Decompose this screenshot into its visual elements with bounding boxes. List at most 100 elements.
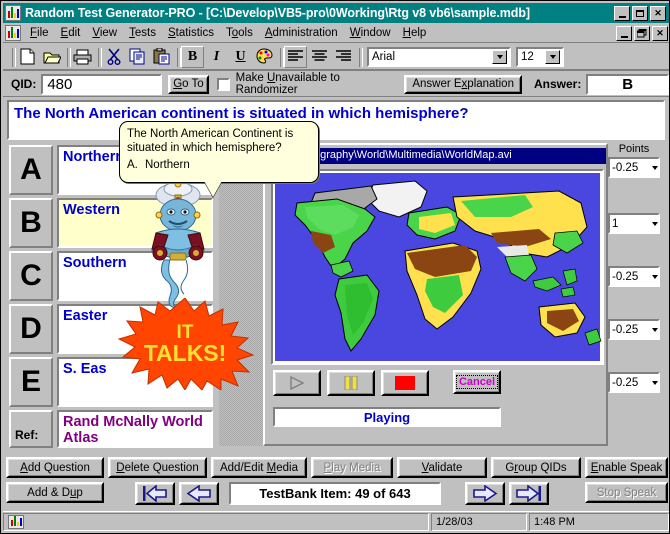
qid-input[interactable]: 480	[41, 73, 162, 95]
window-title: Random Test Generator-PRO - [C:\Develop\…	[25, 6, 530, 20]
balloon-tail	[204, 181, 222, 197]
menu-bar: File Edit View Tests Statistics Tools Ad…	[3, 24, 669, 43]
align-center-icon[interactable]	[308, 45, 331, 68]
menu-file[interactable]: File	[24, 25, 55, 41]
chevron-down-icon[interactable]	[652, 221, 658, 226]
minimize-button[interactable]	[614, 5, 630, 21]
paste-icon[interactable]	[150, 45, 173, 68]
points-combo-a[interactable]: -0.25	[608, 157, 660, 178]
it-talks-badge[interactable]: IT TALKS!	[101, 298, 269, 390]
stop-speak-button[interactable]: Stop Speak	[585, 482, 668, 503]
align-right-icon[interactable]	[332, 45, 355, 68]
map-continents	[294, 180, 602, 352]
menu-tools[interactable]: Tools	[220, 25, 259, 41]
new-icon[interactable]	[16, 45, 39, 68]
question-text-field[interactable]: The North American continent is situated…	[7, 100, 665, 140]
status-message-cell	[3, 512, 429, 531]
menu-edit[interactable]: Edit	[55, 25, 87, 41]
answer-field[interactable]: B	[586, 73, 669, 95]
cut-scissors-icon[interactable]	[102, 45, 125, 68]
media-status-text: Playing	[363, 409, 411, 425]
close-button[interactable]: ✕	[650, 5, 666, 21]
media-panel: anks\Geography\World\Multimedia\WorldMap…	[263, 143, 608, 446]
points-header: Points	[618, 143, 650, 155]
go-to-label: Go To	[173, 78, 204, 90]
pause-button[interactable]	[327, 370, 375, 396]
add-edit-media-button[interactable]: Add/Edit Media	[211, 457, 307, 478]
validate-button[interactable]: Validate	[397, 457, 487, 478]
print-icon[interactable]	[71, 45, 94, 68]
qid-row: QID: 480 Go To Make Unavailable to Rando…	[3, 72, 669, 97]
toolbar-separator	[9, 47, 16, 67]
points-combo-d[interactable]: -0.25	[608, 319, 660, 340]
menu-window[interactable]: Window	[344, 25, 397, 41]
testbank-item-text: TestBank Item: 49 of 643	[259, 486, 411, 501]
points-combo-b[interactable]: 1	[608, 213, 660, 234]
cancel-button[interactable]: Cancel	[453, 370, 501, 394]
nav-prev-button[interactable]	[179, 482, 219, 505]
title-bar: Random Test Generator-PRO - [C:\Develop\…	[3, 3, 669, 23]
points-value-a: -0.25	[612, 161, 639, 174]
ref-field[interactable]: Rand McNally World Atlas	[57, 410, 213, 448]
status-time-text: 1:48 PM	[534, 515, 575, 528]
add-question-button[interactable]: Add Question	[6, 457, 104, 478]
enable-speak-button[interactable]: Enable Speak	[585, 457, 668, 478]
validate-label: Validate	[421, 461, 463, 474]
maximize-button[interactable]	[632, 5, 648, 21]
delete-question-button[interactable]: Delete Question	[108, 457, 207, 478]
main-panel: A Northern B Western C Southern D Easter…	[5, 143, 667, 448]
world-map-video-frame	[271, 169, 604, 365]
italic-icon[interactable]: I	[205, 45, 228, 68]
font-size-combo[interactable]: 12	[516, 46, 564, 67]
points-combo-e[interactable]: -0.25	[608, 372, 660, 393]
chevron-down-icon[interactable]	[652, 165, 658, 170]
menu-administration[interactable]: Administration	[259, 25, 344, 41]
app-icon	[5, 5, 21, 21]
chevron-down-icon[interactable]	[652, 274, 658, 279]
speech-balloon: The North American Continent is situated…	[119, 121, 319, 197]
play-button[interactable]	[273, 370, 321, 396]
group-qids-button[interactable]: Group QIDs	[491, 457, 581, 478]
action-button-row: Add Question Delete Question Add/Edit Me…	[6, 457, 668, 478]
status-date-text: 1/28/03	[436, 515, 473, 528]
stop-speak-label: Stop Speak	[596, 486, 657, 499]
stop-button[interactable]	[381, 370, 429, 396]
menu-statistics[interactable]: Statistics	[162, 25, 220, 41]
chevron-down-icon[interactable]	[492, 49, 507, 64]
menu-help[interactable]: Help	[397, 25, 433, 41]
menu-view[interactable]: View	[86, 25, 123, 41]
mdi-minimize-button[interactable]	[616, 25, 632, 41]
make-unavailable-checkbox[interactable]	[217, 77, 230, 91]
chevron-down-icon[interactable]	[545, 49, 560, 64]
answer-letter-c: C	[9, 251, 53, 301]
menu-tests[interactable]: Tests	[123, 25, 162, 41]
font-name-combo[interactable]: Arial	[367, 46, 511, 67]
copy-icon[interactable]	[126, 45, 149, 68]
nav-next-button[interactable]	[465, 482, 505, 505]
mdi-close-button[interactable]: ✕	[652, 25, 668, 41]
color-palette-icon[interactable]	[253, 45, 276, 68]
answer-text-a: Northern	[63, 149, 125, 165]
answer-explanation-label: Answer Explanation	[412, 78, 514, 90]
play-media-button[interactable]: Play Media	[311, 457, 393, 478]
genie-assistant-icon[interactable]	[136, 179, 220, 309]
mdi-restore-button[interactable]	[634, 25, 650, 41]
chevron-down-icon[interactable]	[652, 327, 658, 332]
status-time: 1:48 PM	[529, 512, 669, 531]
points-combo-c[interactable]: -0.25	[608, 266, 660, 287]
add-and-dup-button[interactable]: Add & Dup	[6, 482, 104, 503]
go-to-button[interactable]: Go To	[167, 74, 210, 94]
make-unavailable-label: Make Unavailable to Randomizer	[235, 72, 340, 96]
answer-explanation-button[interactable]: Answer Explanation	[404, 74, 522, 94]
application-window: Random Test Generator-PRO - [C:\Develop\…	[0, 0, 670, 534]
media-status-field: Playing	[273, 407, 501, 427]
chevron-down-icon[interactable]	[652, 380, 658, 385]
align-left-icon[interactable]	[284, 45, 307, 68]
nav-first-button[interactable]	[135, 482, 175, 505]
underline-icon[interactable]: U	[229, 45, 252, 68]
bold-icon[interactable]: B	[181, 45, 204, 68]
nav-last-button[interactable]	[509, 482, 549, 505]
open-folder-icon[interactable]	[40, 45, 63, 68]
add-edit-media-label: Add/Edit Media	[219, 461, 298, 474]
points-value-d: -0.25	[612, 323, 639, 336]
